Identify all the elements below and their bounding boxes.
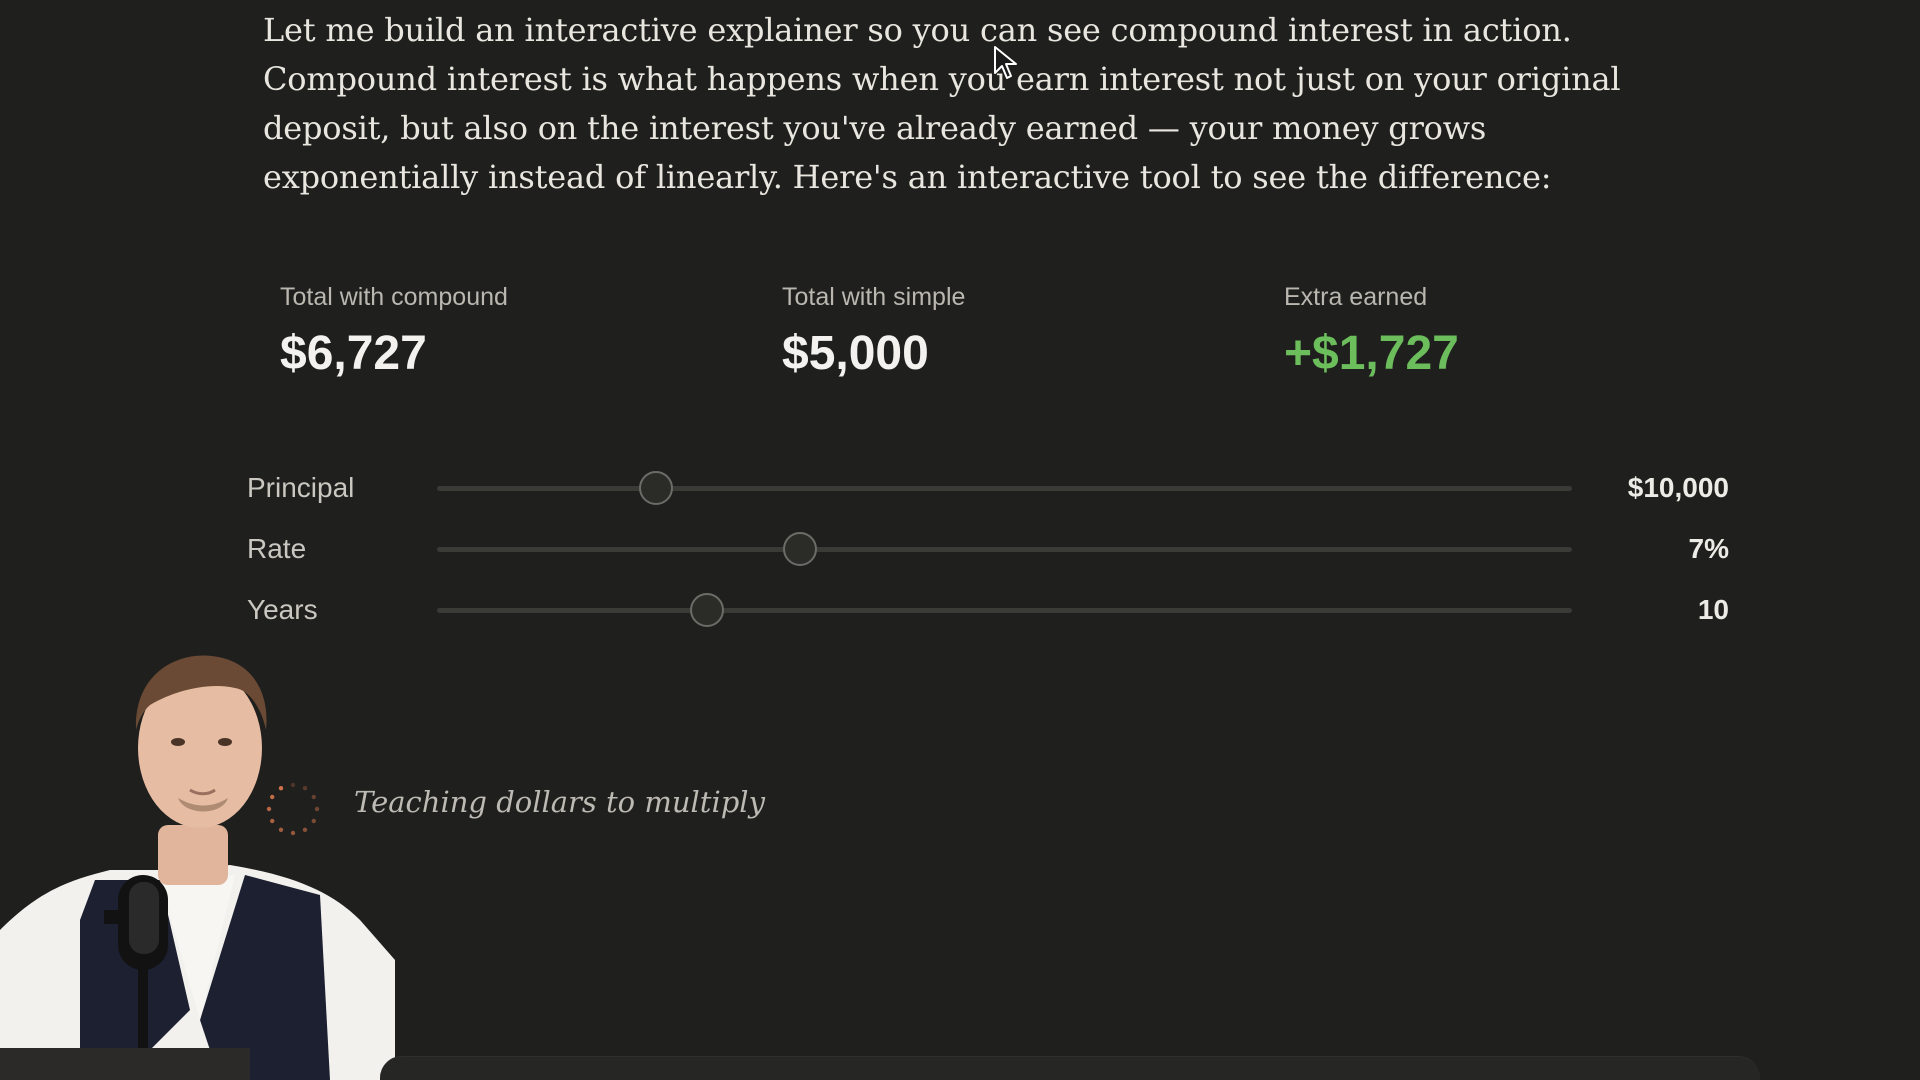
presenter-image xyxy=(0,655,395,1080)
rate-value: 7% xyxy=(1688,533,1729,564)
stat-extra: Extra earned +$1,727 xyxy=(1284,283,1459,381)
stat-simple-value: $5,000 xyxy=(782,327,929,380)
presenter-webcam xyxy=(0,630,395,1080)
intro-text: Let me build an interactive explainer so… xyxy=(263,11,1621,196)
rate-slider-thumb[interactable] xyxy=(783,532,818,566)
principal-value: $10,000 xyxy=(1627,472,1729,503)
years-control: Years 10 xyxy=(247,590,1729,630)
principal-control: Principal $10,000 xyxy=(247,468,1729,508)
principal-slider-thumb[interactable] xyxy=(639,471,674,505)
principal-slider[interactable] xyxy=(437,471,1572,505)
principal-label: Principal xyxy=(247,472,355,503)
stat-extra-value: +$1,727 xyxy=(1284,327,1459,380)
intro-paragraph: Let me build an interactive explainer so… xyxy=(263,6,1663,202)
mouse-pointer-icon xyxy=(994,46,1017,79)
stat-compound: Total with compound $6,727 xyxy=(280,283,508,381)
stat-simple: Total with simple $5,000 xyxy=(782,283,965,381)
stat-compound-value: $6,727 xyxy=(280,327,427,380)
status-tagline: Teaching dollars to multiply xyxy=(354,785,765,819)
years-label: Years xyxy=(247,594,318,625)
years-value: 10 xyxy=(1697,594,1729,625)
years-slider[interactable] xyxy=(437,593,1572,627)
stat-extra-label: Extra earned xyxy=(1284,283,1428,311)
years-slider-thumb[interactable] xyxy=(690,593,725,627)
rate-control: Rate 7% xyxy=(247,529,1729,569)
rate-slider[interactable] xyxy=(437,532,1572,566)
rate-label: Rate xyxy=(247,533,307,564)
stat-compound-label: Total with compound xyxy=(280,283,508,311)
message-input-bar[interactable] xyxy=(380,1056,1760,1080)
stat-simple-label: Total with simple xyxy=(782,283,966,311)
